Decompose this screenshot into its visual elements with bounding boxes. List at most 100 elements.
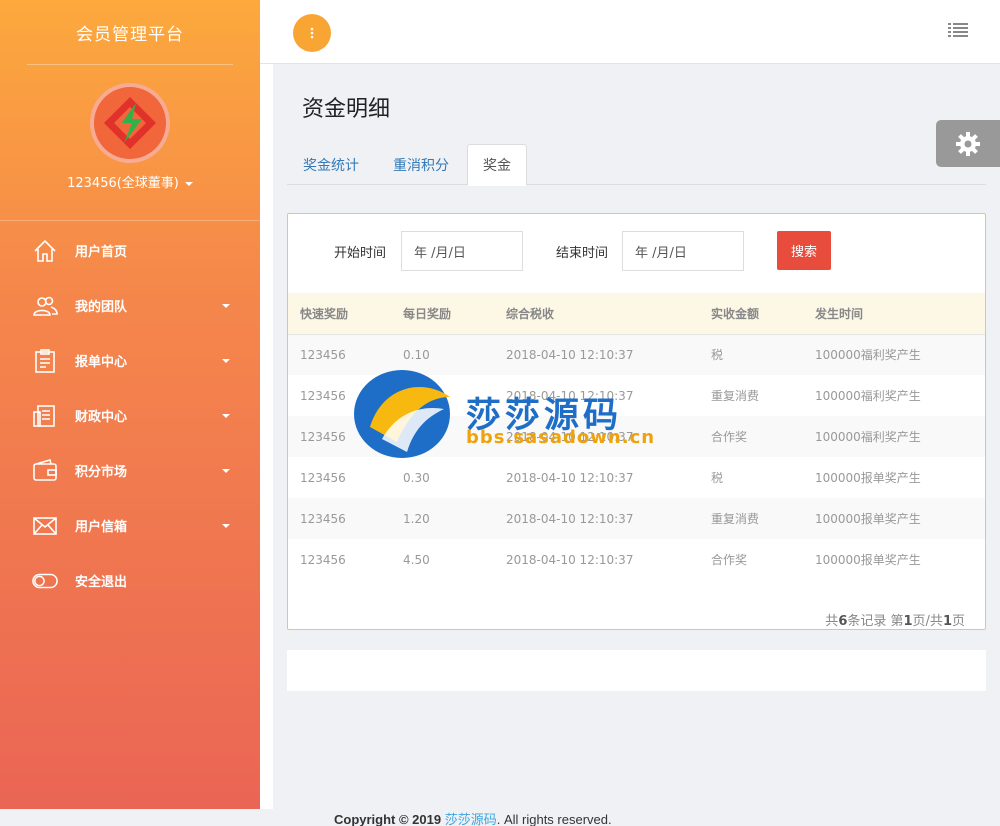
app-title: 会员管理平台 <box>76 24 184 45</box>
sidebar-item-finance[interactable]: 财政中心 <box>0 388 260 443</box>
table-cell: 123456 <box>300 511 346 526</box>
chevron-down-icon <box>222 414 230 418</box>
sidebar-menu: 用户首页 我的团队 报单中心 财政中心 积分市场 用户信箱 安全退出 <box>0 223 260 608</box>
clipboard-icon <box>32 348 58 374</box>
search-button[interactable]: 搜索 <box>777 231 831 270</box>
total-pages: 1 <box>942 614 952 629</box>
table-row: 123456 1.20 2018-04-10 12:10:37 重复消费 100… <box>288 498 985 539</box>
table-cell: 4.50 <box>403 552 430 567</box>
chevron-down-icon <box>222 469 230 473</box>
table-cell: 合作奖 <box>711 553 748 567</box>
pagination-info: 共6条记录 第1页/共1页 <box>825 610 965 629</box>
column-header[interactable]: 发生时间 <box>803 293 985 335</box>
tab-repurchase-points[interactable]: 重消积分 <box>379 144 463 185</box>
home-icon <box>32 238 58 264</box>
team-icon <box>32 293 58 319</box>
column-header[interactable]: 快速奖励 <box>288 293 391 335</box>
toggle-icon <box>32 568 58 594</box>
table-cell: 重复消费 <box>711 512 760 526</box>
gear-icon <box>956 131 980 156</box>
column-header[interactable]: 综合税收 <box>494 293 699 335</box>
pager-text: 条记录 第 <box>847 614 904 629</box>
table-row: 123456 4.50 2018-04-10 12:10:37 合作奖 1000… <box>288 539 985 580</box>
table-cell: 2018-04-10 12:10:37 <box>506 552 634 567</box>
sidebar-item-label: 安全退出 <box>75 575 128 590</box>
wallet-icon <box>32 458 58 484</box>
footer: Copyright © 2019 莎莎源码. All rights reserv… <box>0 809 1000 826</box>
mail-icon <box>32 513 58 539</box>
more-vertical-icon <box>310 27 314 39</box>
sidebar-item-label: 积分市场 <box>75 465 128 480</box>
column-header[interactable]: 每日奖励 <box>391 293 494 335</box>
sidebar-item-label: 用户首页 <box>75 245 128 260</box>
sidebar-item-label: 财政中心 <box>75 410 128 425</box>
table-cell: 100000福利奖产生 <box>815 430 921 444</box>
content-gutter <box>260 64 273 809</box>
finance-icon <box>32 403 58 429</box>
page-title: 资金明细 <box>302 97 391 122</box>
tab-bonus[interactable]: 奖金 <box>467 144 527 186</box>
sidebar-item-home[interactable]: 用户首页 <box>0 223 260 278</box>
sidebar-item-label: 用户信箱 <box>75 520 128 535</box>
settings-button[interactable] <box>936 120 1000 167</box>
sidebar-item-team[interactable]: 我的团队 <box>0 278 260 333</box>
chevron-down-icon <box>222 359 230 363</box>
table-cell: 100000报单奖产生 <box>815 471 921 485</box>
table-cell: 2018-04-10 12:10:37 <box>506 511 634 526</box>
table-cell: 100000报单奖产生 <box>815 512 921 526</box>
chevron-down-icon <box>222 304 230 308</box>
tab-bar: 奖金统计 重消积分 奖金 <box>287 144 986 186</box>
list-icon[interactable] <box>948 22 968 38</box>
watermark-url: bbs.sasadown.cn <box>466 427 656 448</box>
current-page: 1 <box>903 614 913 629</box>
table-header-row: 快速奖励 每日奖励 综合税收 实收金额 发生时间 <box>288 293 985 335</box>
start-time-label: 开始时间 <box>334 246 387 261</box>
table-cell: 100000福利奖产生 <box>815 348 921 363</box>
empty-panel <box>287 650 986 691</box>
sidebar-item-points-market[interactable]: 积分市场 <box>0 443 260 498</box>
avatar[interactable] <box>90 83 170 163</box>
divider <box>0 220 260 221</box>
copyright-label: Copyright © 2019 <box>334 812 445 826</box>
table-cell: 合作奖 <box>711 430 748 444</box>
pager-text: 页/共 <box>912 614 943 629</box>
end-time-label: 结束时间 <box>556 246 609 261</box>
table-cell: 123456 <box>300 470 346 485</box>
sidebar-item-logout[interactable]: 安全退出 <box>0 553 260 608</box>
table-cell: 100000报单奖产生 <box>815 553 921 567</box>
table-cell: 100000福利奖产生 <box>815 389 921 403</box>
username: 123456(全球董事) <box>67 176 179 191</box>
table-cell: 0.30 <box>403 470 430 485</box>
table-cell: 重复消费 <box>711 389 760 403</box>
top-bar <box>260 0 1000 64</box>
table-cell: 1.20 <box>403 511 430 526</box>
chevron-down-icon <box>222 524 230 528</box>
table-cell: 2018-04-10 12:10:37 <box>506 470 634 485</box>
end-date-input[interactable]: 年 /月/日 <box>622 231 744 271</box>
table-cell: 税 <box>711 471 724 485</box>
sidebar-item-orders[interactable]: 报单中心 <box>0 333 260 388</box>
watermark-logo-icon <box>354 370 450 458</box>
chevron-down-icon <box>184 181 193 186</box>
tab-bonus-stats[interactable]: 奖金统计 <box>287 144 375 185</box>
pager-text: 页 <box>951 614 965 629</box>
footer-link[interactable]: 莎莎源码 <box>445 812 497 826</box>
sidebar-item-label: 报单中心 <box>75 355 128 370</box>
pager-text: 共 <box>825 614 839 629</box>
divider <box>27 64 233 65</box>
logo-icon <box>104 97 156 149</box>
watermark: 莎莎源码 bbs.sasadown.cn <box>352 367 656 462</box>
rights-text: . All rights reserved. <box>496 812 612 826</box>
table-cell: 税 <box>711 348 724 363</box>
user-menu[interactable]: 123456(全球董事) <box>0 172 260 191</box>
start-date-input[interactable]: 年 /月/日 <box>401 231 523 271</box>
sidebar-item-mailbox[interactable]: 用户信箱 <box>0 498 260 553</box>
table-cell: 123456 <box>300 552 346 567</box>
table-row: 123456 0.30 2018-04-10 12:10:37 税 100000… <box>288 457 985 498</box>
sidebar-item-label: 我的团队 <box>75 300 128 315</box>
sidebar: 会员管理平台 123456(全球董事) 用户首页 我的团队 报单中心 财政中心 … <box>0 0 260 826</box>
sidebar-toggle-button[interactable] <box>293 14 331 52</box>
column-header[interactable]: 实收金额 <box>699 293 803 335</box>
copyright-text: Copyright © 2019 莎莎源码. All rights reserv… <box>334 809 612 826</box>
record-count: 6 <box>838 614 848 629</box>
